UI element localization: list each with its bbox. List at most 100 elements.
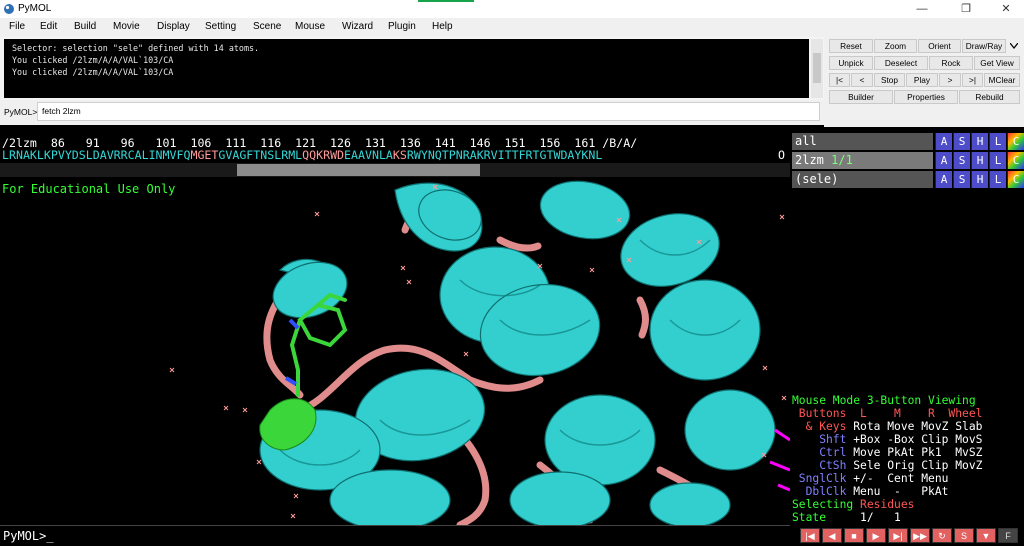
- movie-first-button[interactable]: |◀: [800, 528, 820, 543]
- chevron-down-icon[interactable]: [1010, 43, 1018, 49]
- menu-scene[interactable]: Scene: [253, 21, 281, 32]
- mouse-row: SnglClk +/- Cent Menu: [792, 472, 949, 485]
- show-button[interactable]: S: [953, 171, 970, 188]
- mouse-mode-title: Mouse Mode 3-Button Viewing: [792, 394, 976, 407]
- minimize-button[interactable]: —: [902, 0, 942, 18]
- action-button[interactable]: A: [935, 152, 952, 169]
- color-button[interactable]: C: [1007, 133, 1024, 150]
- menu-display[interactable]: Display: [157, 21, 190, 32]
- draw-ray-button[interactable]: Draw/Ray: [962, 39, 1006, 53]
- log-scrollbar[interactable]: [811, 39, 823, 98]
- residue-segment[interactable]: EAAVNLA: [344, 148, 393, 162]
- residue-segment[interactable]: GVAGFTNSLRML: [218, 148, 302, 162]
- zoom-button[interactable]: Zoom: [874, 39, 917, 53]
- hide-button[interactable]: H: [971, 171, 988, 188]
- residue-segment[interactable]: LRNAKLKPVYDSLDAVRRCALINMVFQ: [2, 148, 190, 162]
- object-row-sele[interactable]: (sele) A S H L C: [792, 171, 1024, 188]
- show-button[interactable]: S: [953, 133, 970, 150]
- object-row-all[interactable]: all A S H L C: [792, 133, 1024, 150]
- movie-fullscreen-button[interactable]: F: [998, 528, 1018, 543]
- show-button[interactable]: S: [953, 152, 970, 169]
- residue-segment[interactable]: KS: [393, 148, 407, 162]
- residue-segment[interactable]: MGET: [190, 148, 218, 162]
- movie-next-button[interactable]: ▶|: [888, 528, 908, 543]
- label-button[interactable]: L: [989, 133, 1006, 150]
- selecting-mode[interactable]: Selecting Residues: [792, 498, 914, 511]
- color-button[interactable]: C: [1007, 152, 1024, 169]
- window-title: PyMOL: [18, 3, 52, 14]
- forward-button[interactable]: >: [939, 73, 961, 87]
- deselect-button[interactable]: Deselect: [874, 56, 928, 70]
- color-button[interactable]: C: [1007, 171, 1024, 188]
- menu-bar: File Edit Build Movie Display Setting Sc…: [0, 18, 1024, 38]
- rock-button[interactable]: Rock: [929, 56, 973, 70]
- command-input[interactable]: fetch 2lzm: [37, 102, 820, 121]
- menu-plugin[interactable]: Plugin: [388, 21, 416, 32]
- educational-watermark: For Educational Use Only: [2, 182, 176, 196]
- object-name[interactable]: all: [792, 133, 933, 150]
- label-button[interactable]: L: [989, 152, 1006, 169]
- sequence-viewer[interactable]: /2lzm 86 91 96 101 106 111 116 121 126 1…: [0, 133, 790, 179]
- label-button[interactable]: L: [989, 171, 1006, 188]
- stop-button[interactable]: Stop: [874, 73, 905, 87]
- button-panel: Reset Zoom Orient Draw/Ray Unpick Desele…: [824, 37, 1024, 127]
- mouse-mode-panel[interactable]: Mouse Mode 3-Button Viewing Buttons L M …: [790, 393, 1024, 525]
- state-indicator: State 1/ 1: [792, 511, 901, 524]
- maximize-button[interactable]: ❐: [946, 0, 986, 18]
- back-button[interactable]: <: [851, 73, 873, 87]
- sequence-scroll-thumb[interactable]: [237, 164, 480, 176]
- movie-menu-button[interactable]: ▼: [976, 528, 996, 543]
- movie-prev-button[interactable]: ◀: [822, 528, 842, 543]
- menu-setting[interactable]: Setting: [205, 21, 236, 32]
- hide-button[interactable]: H: [971, 133, 988, 150]
- sequence-residues[interactable]: LRNAKLKPVYDSLDAVRRCALINMVFQMGETGVAGFTNSL…: [2, 148, 602, 162]
- protein-cartoon[interactable]: [0, 179, 790, 525]
- end-button[interactable]: >|: [962, 73, 983, 87]
- movie-s-button[interactable]: S: [954, 528, 974, 543]
- menu-help[interactable]: Help: [432, 21, 453, 32]
- hide-button[interactable]: H: [971, 152, 988, 169]
- menu-movie[interactable]: Movie: [113, 21, 140, 32]
- menu-build[interactable]: Build: [74, 21, 96, 32]
- get-view-button[interactable]: Get View: [974, 56, 1020, 70]
- log-line: Selector: selection "sele" defined with …: [12, 43, 260, 53]
- properties-button[interactable]: Properties: [894, 90, 958, 104]
- menu-file[interactable]: File: [9, 21, 25, 32]
- residue-segment[interactable]: RWYNQTPNRAKRVITTFRTGTWDAYKNL: [407, 148, 602, 162]
- pymol-logo-icon: [4, 4, 14, 14]
- reset-button[interactable]: Reset: [829, 39, 873, 53]
- object-name[interactable]: (sele): [792, 171, 933, 188]
- mouse-row: CtSh Sele Orig Clip MovZ: [792, 459, 983, 472]
- title-accent: [418, 0, 474, 2]
- object-panel: all A S H L C 2lzm 1/1 A S H L C (sele) …: [790, 133, 1024, 195]
- log-line: You clicked /2lzm/A/A/VAL`103/CA: [12, 55, 174, 65]
- mouse-row: & Keys Rota Move MovZ Slab: [792, 420, 983, 433]
- menu-mouse[interactable]: Mouse: [295, 21, 325, 32]
- unpick-button[interactable]: Unpick: [829, 56, 873, 70]
- action-button[interactable]: A: [935, 171, 952, 188]
- log-line: You clicked /2lzm/A/A/VAL`103/CA: [12, 67, 174, 77]
- rewind-button[interactable]: |<: [829, 73, 850, 87]
- object-row-2lzm[interactable]: 2lzm 1/1 A S H L C: [792, 152, 1024, 169]
- movie-rock-button[interactable]: ↻: [932, 528, 952, 543]
- bottom-command-line[interactable]: PyMOL>_: [0, 525, 790, 546]
- menu-edit[interactable]: Edit: [40, 21, 57, 32]
- movie-play-button[interactable]: ▶: [866, 528, 886, 543]
- object-name[interactable]: 2lzm 1/1: [792, 152, 933, 169]
- bottom-prompt[interactable]: PyMOL>_: [3, 529, 54, 543]
- builder-button[interactable]: Builder: [829, 90, 893, 104]
- molecular-viewport[interactable]: [0, 179, 790, 525]
- rebuild-button[interactable]: Rebuild: [959, 90, 1020, 104]
- menu-wizard[interactable]: Wizard: [342, 21, 373, 32]
- action-button[interactable]: A: [935, 133, 952, 150]
- command-prompt: PyMOL>: [4, 107, 38, 117]
- close-button[interactable]: ✕: [986, 0, 1024, 18]
- movie-stop-button[interactable]: ■: [844, 528, 864, 543]
- log-scroll-thumb[interactable]: [813, 53, 821, 83]
- mclear-button[interactable]: MClear: [984, 73, 1020, 87]
- movie-last-button[interactable]: ▶▶: [910, 528, 930, 543]
- residue-segment[interactable]: QQKRWD: [302, 148, 344, 162]
- play-button[interactable]: Play: [906, 73, 938, 87]
- orient-button[interactable]: Orient: [918, 39, 961, 53]
- output-log: Selector: selection "sele" defined with …: [0, 37, 824, 100]
